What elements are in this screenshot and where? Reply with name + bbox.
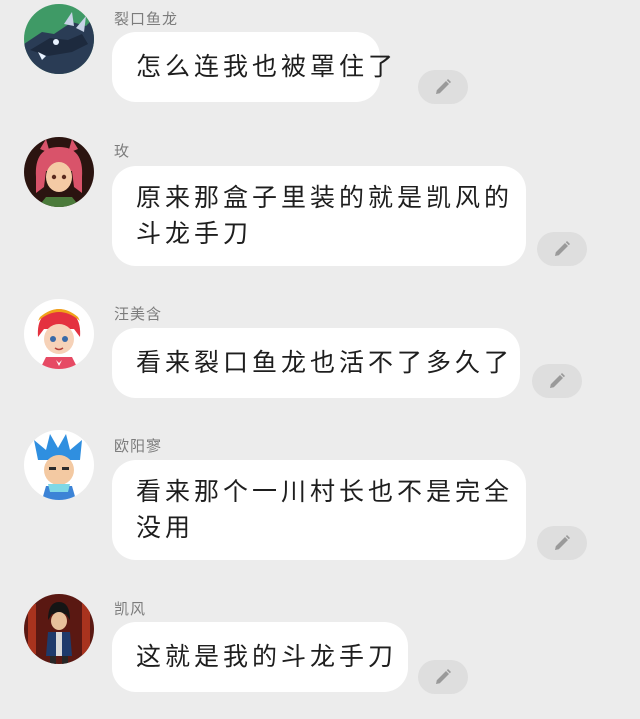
message-bubble[interactable]: 看来裂口鱼龙也活不了多久了 (112, 328, 520, 398)
ouyang-liao-avatar-icon[interactable] (24, 430, 94, 500)
message-bubble[interactable]: 看来那个一川村长也不是完全 没用 (112, 460, 526, 560)
pencil-icon (436, 669, 451, 684)
message-text: 原来那盒子里装的就是凯风的 (136, 183, 514, 212)
edit-button[interactable] (537, 526, 587, 560)
message-text: 斗龙手刀 (136, 219, 253, 248)
message-text: 看来那个一川村长也不是完全 (136, 477, 514, 506)
edit-button[interactable] (532, 364, 582, 398)
message-bubble[interactable]: 原来那盒子里装的就是凯风的 斗龙手刀 (112, 166, 526, 266)
pencil-icon (436, 79, 451, 94)
sender-name: 汪美含 (114, 305, 163, 323)
sender-name: 凯风 (114, 600, 147, 618)
mei-avatar-icon[interactable] (24, 137, 94, 207)
sender-name: 裂口鱼龙 (114, 10, 179, 28)
sender-name: 欧阳寥 (114, 437, 163, 455)
edit-button[interactable] (418, 660, 468, 694)
sender-name: 玫 (114, 142, 131, 160)
dragon-avatar-icon[interactable] (24, 4, 94, 74)
pencil-icon (555, 241, 570, 256)
message-text: 怎么连我也被罩住了 (136, 52, 398, 81)
message-bubble[interactable]: 怎么连我也被罩住了 (112, 32, 398, 102)
message-text: 这就是我的斗龙手刀 (136, 642, 398, 671)
kaifeng-avatar-icon[interactable] (24, 594, 94, 664)
wang-meihan-avatar-icon[interactable] (24, 299, 94, 369)
message-bubble[interactable]: 这就是我的斗龙手刀 (112, 622, 408, 692)
message-text: 没用 (136, 513, 195, 542)
edit-button[interactable] (418, 70, 468, 104)
edit-button[interactable] (537, 232, 587, 266)
pencil-icon (555, 535, 570, 550)
message-text: 看来裂口鱼龙也活不了多久了 (136, 348, 514, 377)
pencil-icon (550, 373, 565, 388)
